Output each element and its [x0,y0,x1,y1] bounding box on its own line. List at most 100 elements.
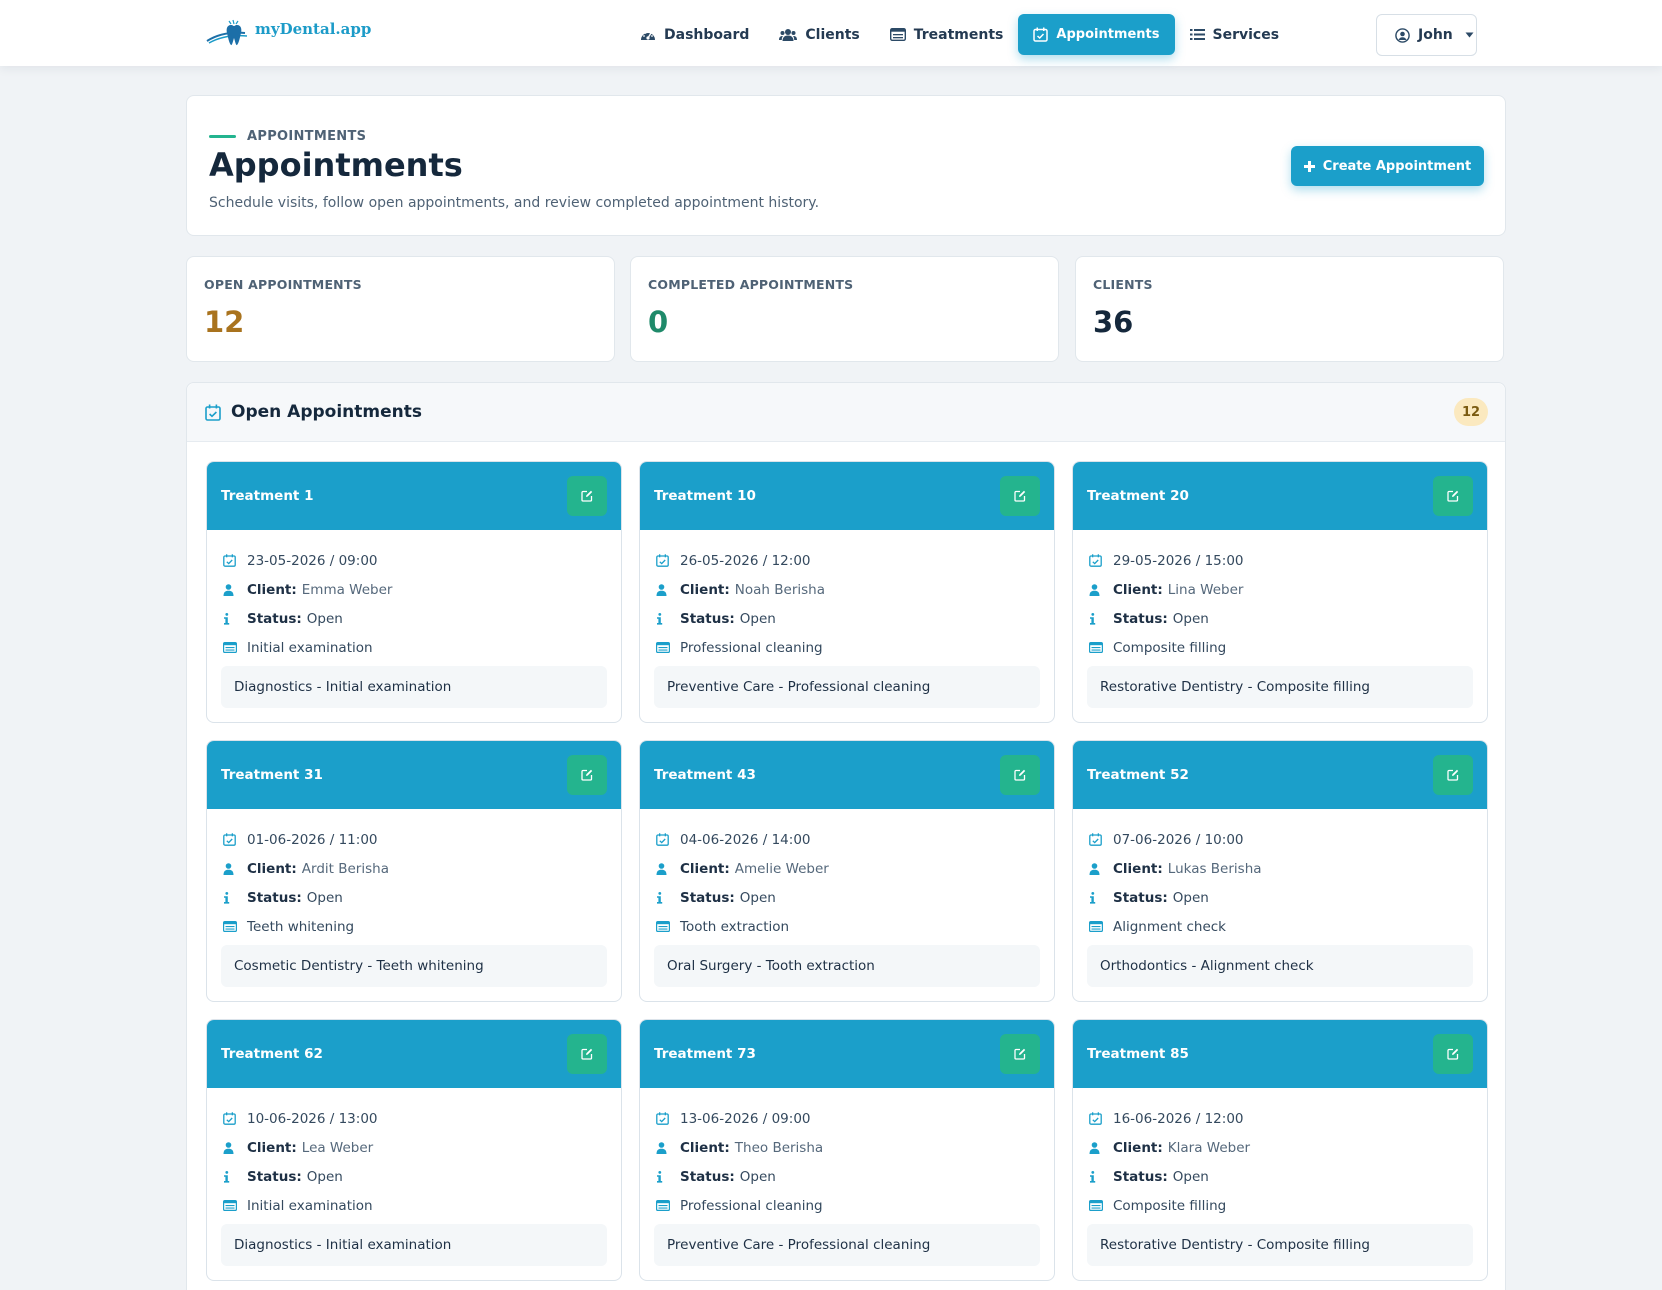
user-dropdown[interactable]: John [1376,14,1477,56]
list-card-icon [656,921,670,932]
appointment-status-row: Status: Open [656,604,825,633]
user-icon [223,1141,234,1154]
appointment-client-row: Client: Lina Weber [1089,575,1244,604]
appointment-card-header: Treatment 20 [1073,462,1487,530]
status-label: Status: [1113,610,1168,627]
appointment-card-header: Treatment 85 [1073,1020,1487,1088]
appointment-title: Treatment 1 [221,488,314,504]
nav-appointments[interactable]: Appointments [1018,14,1175,55]
appointment-status-row: Status: Open [1089,883,1262,912]
appointment-datetime: 23-05-2026 / 09:00 [247,552,378,569]
calendar-icon [1089,554,1102,567]
stat-completed-appointments: COMPLETED APPOINTMENTS 0 [630,256,1059,362]
appointment-treatment: Composite filling [1113,1197,1227,1214]
tooth-logo-icon [206,19,248,46]
nav-services-label: Services [1212,26,1280,43]
appointment-status: Open [306,889,343,906]
appointment-datetime-row: 07-06-2026 / 10:00 [1089,825,1262,854]
appointment-service: Diagnostics - Initial examination [221,666,607,708]
list-card-icon [223,921,237,932]
open-count-badge: 12 [1454,398,1488,426]
edit-appointment-button[interactable] [1433,755,1473,795]
appointment-status: Open [1172,610,1209,627]
edit-appointment-button[interactable] [1000,755,1040,795]
appointment-treatment-row: Teeth whitening [223,912,389,941]
nav-dashboard[interactable]: Dashboard [625,14,764,55]
appointment-service: Restorative Dentistry - Composite fillin… [1087,1224,1473,1266]
nav-treatments[interactable]: Treatments [875,14,1019,55]
info-icon [657,891,663,904]
nav-dashboard-label: Dashboard [664,26,750,43]
page-header-card: APPOINTMENTS Appointments Schedule visit… [186,95,1506,236]
appointment-status-row: Status: Open [223,883,389,912]
appointment-card-header: Treatment 10 [640,462,1054,530]
appointment-treatment-row: Professional cleaning [656,1191,823,1220]
appointment-client-row: Client: Lea Weber [223,1133,378,1162]
status-label: Status: [247,1168,302,1185]
edit-appointment-button[interactable] [567,476,607,516]
user-icon [223,583,234,596]
appointment-treatment-row: Alignment check [1089,912,1262,941]
appointment-datetime-row: 04-06-2026 / 14:00 [656,825,829,854]
users-icon [779,28,798,41]
eyebrow-label: APPOINTMENTS [247,129,367,144]
appointment-details: 01-06-2026 / 11:00 Client: Ardit Berisha… [223,825,389,941]
appointment-client: Lukas Berisha [1167,860,1262,877]
appointment-datetime: 29-05-2026 / 15:00 [1113,552,1244,569]
open-appointments-panel: Open Appointments 12 Treatment 1 23-05-2 [186,382,1506,1290]
appointment-client: Noah Berisha [734,581,825,598]
appointment-treatment: Initial examination [247,639,373,656]
appointment-title: Treatment 43 [654,767,756,783]
appointment-treatment-row: Initial examination [223,633,392,662]
nav-clients[interactable]: Clients [764,14,874,55]
appointment-card-header: Treatment 62 [207,1020,621,1088]
edit-appointment-button[interactable] [1000,476,1040,516]
info-icon [224,891,230,904]
stat-value: 12 [204,305,245,339]
edit-appointment-button[interactable] [1433,1034,1473,1074]
appointment-card: Treatment 20 29-05-2026 / 15:00 Client: … [1072,461,1488,723]
appointment-datetime-row: 01-06-2026 / 11:00 [223,825,389,854]
edit-icon [581,1048,593,1060]
edit-icon [581,490,593,502]
create-appointment-button[interactable]: Create Appointment [1291,146,1484,186]
calendar-icon [223,1112,236,1125]
info-icon [1090,891,1096,904]
edit-appointment-button[interactable] [567,1034,607,1074]
user-circle-icon [1395,27,1410,43]
edit-icon [581,769,593,781]
appointment-card: Treatment 31 01-06-2026 / 11:00 Client: … [206,740,622,1002]
appointment-status: Open [739,889,776,906]
nav-treatments-label: Treatments [913,26,1004,43]
edit-appointment-button[interactable] [567,755,607,795]
appointment-status: Open [739,610,776,627]
user-name: John [1418,27,1453,43]
status-label: Status: [680,889,735,906]
status-label: Status: [680,1168,735,1185]
appointment-client-row: Client: Lukas Berisha [1089,854,1262,883]
appointment-client: Lea Weber [301,1139,374,1156]
appointment-datetime-row: 23-05-2026 / 09:00 [223,546,392,575]
brand-logo[interactable]: myDental.app [205,18,371,50]
info-icon [224,1170,230,1183]
list-card-icon [1089,642,1103,653]
nav-services[interactable]: Services [1175,14,1295,55]
appointment-card: Treatment 10 26-05-2026 / 12:00 Client: … [639,461,1055,723]
appointment-cards-grid: Treatment 1 23-05-2026 / 09:00 Client: E… [206,461,1488,1281]
appointment-treatment-row: Composite filling [1089,633,1244,662]
client-label: Client: [680,581,730,598]
client-label: Client: [247,581,297,598]
appointment-client: Amelie Weber [734,860,829,877]
appointment-client-row: Client: Noah Berisha [656,575,825,604]
appointment-service: Oral Surgery - Tooth extraction [654,945,1040,987]
panel-title-text: Open Appointments [231,402,422,422]
appointment-card-header: Treatment 43 [640,741,1054,809]
appointment-service: Preventive Care - Professional cleaning [654,1224,1040,1266]
edit-appointment-button[interactable] [1000,1034,1040,1074]
edit-appointment-button[interactable] [1433,476,1473,516]
appointment-datetime-row: 13-06-2026 / 09:00 [656,1104,823,1133]
status-label: Status: [1113,1168,1168,1185]
appointment-datetime: 04-06-2026 / 14:00 [680,831,811,848]
status-label: Status: [1113,889,1168,906]
appointment-details: 10-06-2026 / 13:00 Client: Lea Weber Sta… [223,1104,378,1220]
